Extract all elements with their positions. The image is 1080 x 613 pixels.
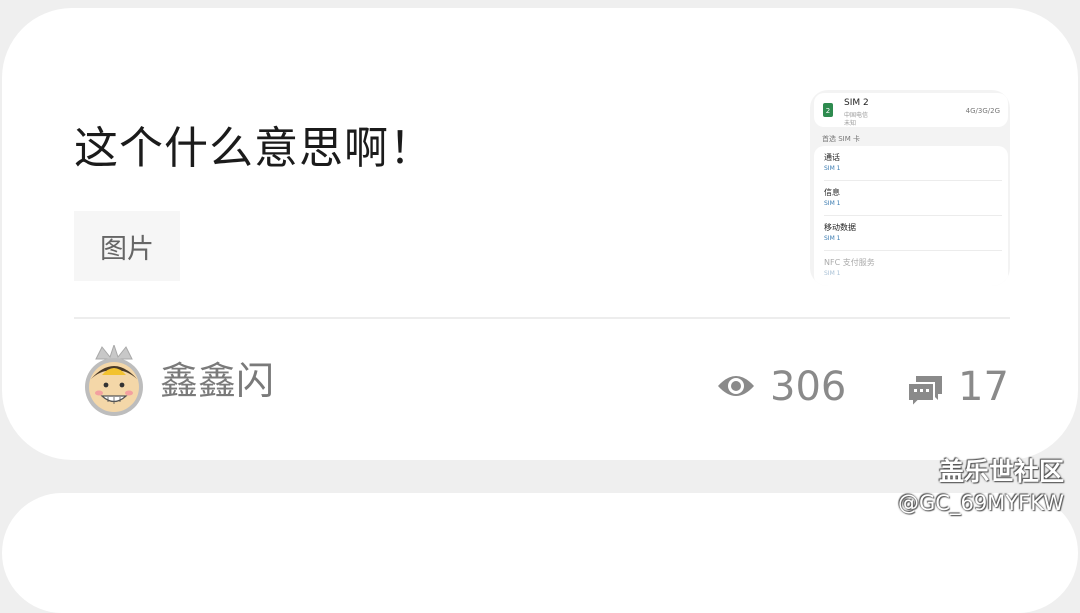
thumb-row: 信息 SIM 1 <box>824 181 1002 216</box>
thumb-sim-status: 未知 <box>844 120 857 127</box>
eye-icon <box>716 372 756 400</box>
thumb-sim-card: 2 SIM 2 中国电信 未知 4G/3G/2G <box>814 93 1008 127</box>
thumb-preferred-label: 首选 SIM 卡 <box>822 135 860 143</box>
view-count: 306 <box>770 364 847 410</box>
thumb-row-sub: SIM 1 <box>824 200 841 207</box>
sim-card-icon: 2 <box>823 103 833 117</box>
thumb-settings-list: 通话 SIM 1 信息 SIM 1 移动数据 SIM 1 NFC 支付服务 SI… <box>814 146 1008 286</box>
post-title[interactable]: 这个什么意思啊！ <box>74 112 434 176</box>
thumb-row-title: 通话 <box>824 153 840 162</box>
thumb-row: 通话 SIM 1 <box>824 146 1002 181</box>
thumb-row-title: NFC 支付服务 <box>824 258 875 267</box>
card-divider <box>74 317 1010 319</box>
thumb-row-title: 移动数据 <box>824 223 856 232</box>
comments-icon[interactable] <box>906 374 944 410</box>
thumb-sim-name: SIM 2 <box>844 98 869 108</box>
author-name[interactable]: 鑫鑫闪 <box>160 350 274 405</box>
avatar[interactable] <box>82 343 146 417</box>
thumb-sim-network: 4G/3G/2G <box>965 107 1000 115</box>
thumb-row-sub: SIM 1 <box>824 235 841 242</box>
thumb-row: 移动数据 SIM 1 <box>824 216 1002 251</box>
thumb-row: NFC 支付服务 SIM 1 <box>824 251 1002 286</box>
thumb-row-sub: SIM 1 <box>824 165 841 172</box>
watermark-name: 盖乐世社区 <box>938 457 1064 486</box>
thumb-row-title: 信息 <box>824 188 840 197</box>
post-thumbnail[interactable]: 2 SIM 2 中国电信 未知 4G/3G/2G 首选 SIM 卡 通话 SIM… <box>810 90 1010 286</box>
tag-chip[interactable]: 图片 <box>74 211 180 281</box>
thumb-row-sub: SIM 1 <box>824 270 841 277</box>
watermark-handle: @GC_69MYFKW <box>898 491 1064 515</box>
comment-count: 17 <box>958 364 1009 410</box>
